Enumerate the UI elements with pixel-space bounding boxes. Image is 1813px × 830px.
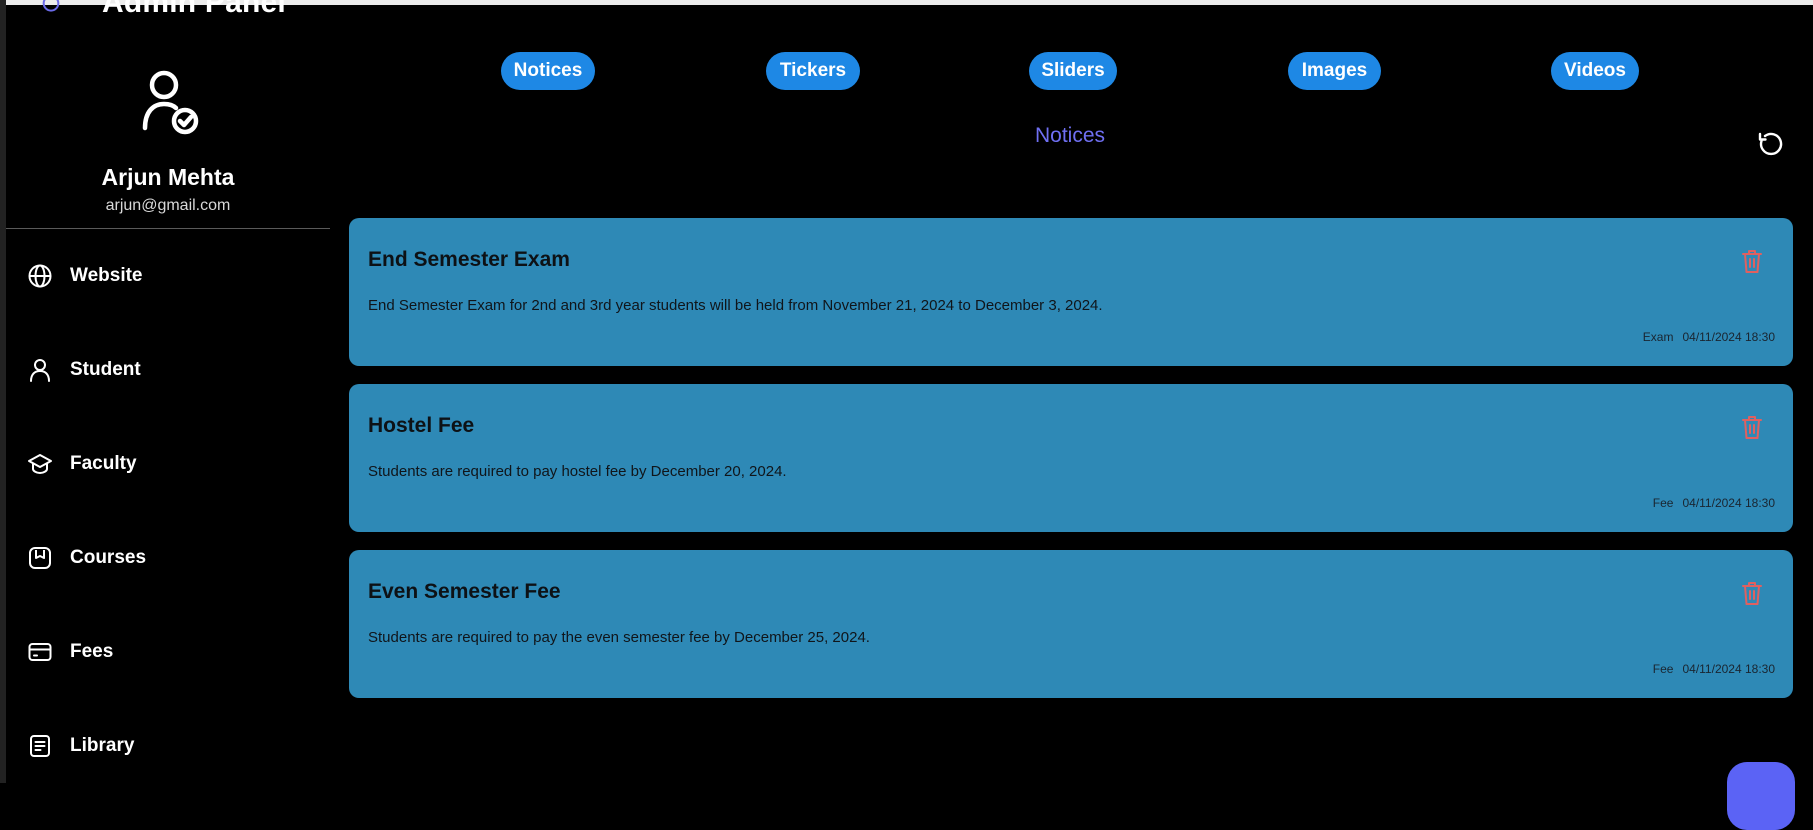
user-email: arjun@gmail.com: [105, 197, 231, 214]
logout-icon[interactable]: [40, 0, 62, 14]
trash-icon[interactable]: [1740, 579, 1764, 607]
notice-category: Fee: [1652, 662, 1674, 676]
sidebar-item-label: Fees: [70, 641, 114, 662]
sidebar-item-label: Student: [70, 359, 141, 380]
notice-description: Students are required to pay hostel fee …: [368, 463, 787, 480]
trash-icon[interactable]: [1740, 413, 1764, 441]
notice-meta: Fee 04/11/2024 18:30: [1653, 496, 1775, 510]
sidebar-item-label: Courses: [70, 547, 147, 568]
sidebar-item-library[interactable]: Library: [6, 699, 330, 793]
notice-title: End Semester Exam: [368, 248, 570, 271]
section-title: Notices: [1034, 124, 1106, 147]
sidebar-nav: Website Student Faculty Courses Fees Lib…: [6, 229, 330, 793]
graduation-cap-icon: [28, 454, 52, 474]
sidebar-item-website[interactable]: Website: [6, 229, 330, 323]
sidebar-item-label: Faculty: [70, 453, 137, 474]
tab-videos[interactable]: Videos: [1551, 52, 1639, 90]
book-icon: [29, 547, 51, 569]
sidebar-item-fees[interactable]: Fees: [6, 605, 330, 699]
notice-title: Hostel Fee: [368, 414, 475, 437]
sidebar-item-courses[interactable]: Courses: [6, 511, 330, 605]
notice-card: End Semester Exam End Semester Exam for …: [349, 218, 1793, 366]
notice-datetime: 04/11/2024 18:30: [1682, 330, 1775, 344]
app-header: Admin Panel: [40, 0, 286, 20]
user-name: Arjun Mehta: [101, 164, 235, 190]
notice-category: Fee: [1652, 496, 1674, 510]
tab-images[interactable]: Images: [1288, 52, 1381, 90]
sidebar-item-label: Website: [70, 265, 143, 286]
notice-title: Even Semester Fee: [368, 580, 561, 603]
globe-icon: [28, 264, 52, 288]
notice-card: Even Semester Fee Students are required …: [349, 550, 1793, 698]
notice-description: Students are required to pay the even se…: [368, 629, 870, 646]
notice-meta: Exam 04/11/2024 18:30: [1643, 330, 1775, 344]
refresh-icon[interactable]: [1756, 129, 1786, 159]
document-icon: [30, 735, 50, 757]
notice-datetime: 04/11/2024 18:30: [1682, 496, 1775, 510]
tab-notices[interactable]: Notices: [501, 52, 595, 90]
notice-category: Exam: [1642, 330, 1674, 344]
credit-card-icon: [28, 643, 52, 661]
user-check-icon: [142, 70, 199, 135]
tab-sliders[interactable]: Sliders: [1029, 52, 1117, 90]
notice-description: End Semester Exam for 2nd and 3rd year s…: [368, 297, 1103, 314]
sidebar-item-label: Library: [70, 735, 135, 756]
sidebar-item-student[interactable]: Student: [6, 323, 330, 417]
tab-tickers[interactable]: Tickers: [766, 52, 860, 90]
notice-datetime: 04/11/2024 18:30: [1682, 662, 1775, 676]
sidebar-item-faculty[interactable]: Faculty: [6, 417, 330, 511]
profile-panel: Arjun Mehta arjun@gmail.com: [6, 60, 330, 215]
user-icon: [30, 359, 50, 382]
add-notice-button[interactable]: [1727, 762, 1795, 830]
trash-icon[interactable]: [1740, 247, 1764, 275]
notice-meta: Fee 04/11/2024 18:30: [1653, 662, 1775, 676]
app-title: Admin Panel: [102, 0, 286, 19]
notice-card: Hostel Fee Students are required to pay …: [349, 384, 1793, 532]
